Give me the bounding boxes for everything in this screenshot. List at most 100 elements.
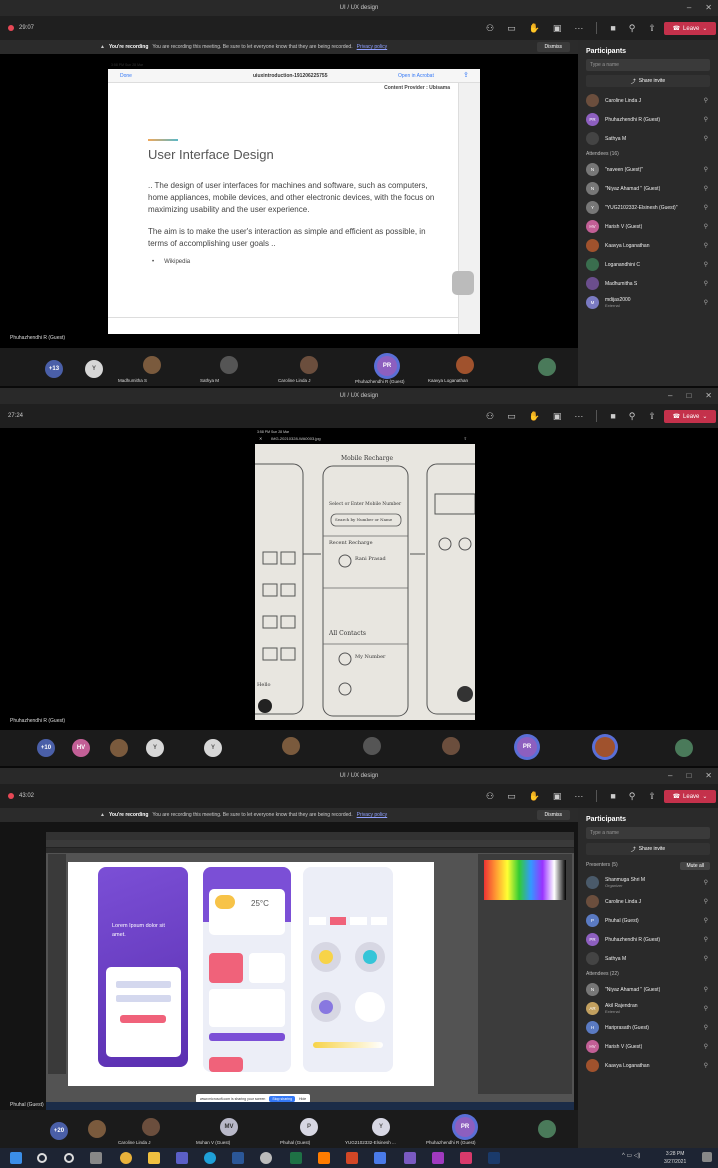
participant-row[interactable]: Mmdijas2000 External ⚲	[578, 293, 718, 312]
more-icon[interactable]: ···	[574, 791, 583, 801]
rooms-icon[interactable]: ▣	[553, 791, 562, 802]
more-icon[interactable]: ···	[574, 23, 583, 33]
illustrator-icon[interactable]	[432, 1152, 444, 1164]
chat-icon[interactable]: ▭	[507, 23, 516, 34]
participants-icon[interactable]: ⚇	[486, 23, 494, 34]
notifications-icon[interactable]	[702, 1152, 712, 1162]
app-icon[interactable]	[374, 1152, 386, 1164]
maximize-icon[interactable]: □	[686, 771, 691, 780]
cortana-icon[interactable]	[64, 1153, 74, 1163]
raise-hand-icon[interactable]: ✋	[529, 791, 540, 802]
stop-sharing-button[interactable]: Stop sharing	[269, 1095, 296, 1102]
participant-row[interactable]: Caroline Linda J ⚲	[578, 892, 718, 911]
participant-search[interactable]: Type a name	[586, 59, 710, 71]
participant-row[interactable]: Y "YUG2102332-Elsinesh (Guest)" ⚲	[578, 198, 718, 217]
overflow-count[interactable]: +10	[37, 739, 55, 757]
participant-search[interactable]: Type a name	[586, 827, 710, 839]
participant-row[interactable]: Kaavya Loganathan ⚲	[578, 236, 718, 255]
presenters-header[interactable]: Presenters (5) Mute all	[578, 859, 718, 873]
edge-icon[interactable]	[204, 1152, 216, 1164]
illustrator-icon[interactable]	[318, 1152, 330, 1164]
task-view-icon[interactable]	[90, 1152, 102, 1164]
windows-start-icon[interactable]	[10, 1152, 22, 1164]
share-icon[interactable]: ⇪	[648, 23, 656, 34]
participant-row[interactable]: Shanmuga Shri M Organizer ⚲	[578, 873, 718, 892]
teams-icon[interactable]	[176, 1152, 188, 1164]
system-tray[interactable]: ^ ▭ ◁)	[622, 1152, 640, 1159]
dismiss-button[interactable]: Dismiss	[536, 810, 570, 820]
share-invite-button[interactable]: ⤴ Share invite	[586, 843, 710, 855]
share-icon[interactable]: ⇪	[648, 411, 656, 422]
minimize-icon[interactable]: –	[668, 391, 672, 400]
privacy-link[interactable]: Privacy policy	[357, 812, 388, 818]
minimize-icon[interactable]: –	[668, 771, 672, 780]
raise-hand-icon[interactable]: ✋	[529, 23, 540, 34]
chevron-down-icon[interactable]: ⌄	[702, 25, 707, 32]
mic-icon[interactable]: ⚲	[629, 411, 636, 422]
participants-icon[interactable]: ⚇	[486, 411, 494, 422]
leave-button[interactable]: ☎ Leave ⌄	[664, 410, 716, 423]
chat-icon[interactable]: ▭	[507, 411, 516, 422]
participant-row[interactable]: Sathya M ⚲	[578, 129, 718, 148]
done-button[interactable]: Done	[120, 73, 132, 79]
participant-row[interactable]: N "naveen (Guest)" ⚲	[578, 160, 718, 179]
indesign-icon[interactable]	[460, 1152, 472, 1164]
participant-row[interactable]: PR Phuhazhendhi R (Guest) ⚲	[578, 110, 718, 129]
mic-icon[interactable]: ⚲	[629, 791, 636, 802]
leave-button[interactable]: ☎ Leave ⌄	[664, 22, 716, 35]
overflow-count[interactable]: +13	[45, 360, 63, 378]
more-icon[interactable]: ···	[574, 411, 583, 421]
rooms-icon[interactable]: ▣	[553, 411, 562, 422]
participant-row[interactable]: Caroline Linda J ⚲	[578, 91, 718, 110]
participant-row[interactable]: Kaavya Loganathan ⚲	[578, 1056, 718, 1075]
mute-all-button[interactable]: Mute all	[680, 862, 710, 870]
participant-row[interactable]: AR Akil Rajendran External ⚲	[578, 999, 718, 1018]
participant-row[interactable]: H Hariprasath (Guest) ⚲	[578, 1018, 718, 1037]
camera-icon[interactable]: ■	[610, 23, 615, 33]
raise-hand-icon[interactable]: ✋	[529, 411, 540, 422]
camera-icon[interactable]: ■	[610, 411, 615, 421]
participant-row[interactable]: PR Phuhazhendhi R (Guest) ⚲	[578, 930, 718, 949]
close-icon[interactable]: ✕	[705, 771, 712, 780]
tools-panel[interactable]	[48, 854, 66, 1074]
participant-row[interactable]: Sathya M ⚲	[578, 949, 718, 968]
privacy-link[interactable]: Privacy policy	[357, 44, 388, 50]
hide-button[interactable]: Hide	[299, 1097, 306, 1101]
dismiss-button[interactable]: Dismiss	[536, 42, 570, 52]
share-icon[interactable]: ⇪	[648, 791, 656, 802]
leave-button[interactable]: ☎ Leave ⌄	[664, 790, 716, 803]
chevron-down-icon[interactable]: ⌄	[702, 413, 707, 420]
word-icon[interactable]	[232, 1152, 244, 1164]
chevron-down-icon[interactable]: ⌄	[702, 793, 707, 800]
scroll-handle[interactable]	[452, 271, 474, 295]
participant-row[interactable]: Madhumitha S ⚲	[578, 274, 718, 293]
maximize-icon[interactable]: □	[686, 391, 691, 400]
attendees-header[interactable]: Attendees (16)	[578, 148, 718, 160]
close-icon[interactable]: ✕	[705, 3, 712, 12]
chat-icon[interactable]: ▭	[507, 791, 516, 802]
participant-row[interactable]: N "Niyaz Ahamad " (Guest) ⚲	[578, 980, 718, 999]
swatches-panel[interactable]	[478, 854, 572, 1094]
page-thumbnails[interactable]	[458, 83, 480, 334]
share-icon[interactable]: ⇪	[463, 71, 469, 79]
file-explorer-icon[interactable]	[148, 1152, 160, 1164]
settings-icon[interactable]	[260, 1152, 272, 1164]
rooms-icon[interactable]: ▣	[553, 23, 562, 34]
excel-icon[interactable]	[290, 1152, 302, 1164]
participant-row[interactable]: HV Harish V (Guest) ⚲	[578, 217, 718, 236]
share-invite-button[interactable]: ⤴ Share invite	[586, 75, 710, 87]
mic-icon[interactable]: ⚲	[629, 23, 636, 34]
participant-row[interactable]: P Phuhal (Guest) ⚲	[578, 911, 718, 930]
participants-icon[interactable]: ⚇	[486, 791, 494, 802]
share-icon[interactable]: ⇪	[464, 436, 467, 441]
attendees-header[interactable]: Attendees (22)	[578, 968, 718, 980]
participant-row[interactable]: Loganandhini C ⚲	[578, 255, 718, 274]
minimize-icon[interactable]: –	[687, 3, 691, 12]
app-icon[interactable]	[404, 1152, 416, 1164]
participant-row[interactable]: N "Niyaz Ahamad " (Guest) ⚲	[578, 179, 718, 198]
participant-row[interactable]: HV Harish V (Guest) ⚲	[578, 1037, 718, 1056]
photoshop-icon[interactable]	[488, 1152, 500, 1164]
open-in-acrobat-link[interactable]: Open in Acrobat	[398, 73, 434, 79]
search-icon[interactable]	[37, 1153, 47, 1163]
camera-icon[interactable]: ■	[610, 791, 615, 801]
